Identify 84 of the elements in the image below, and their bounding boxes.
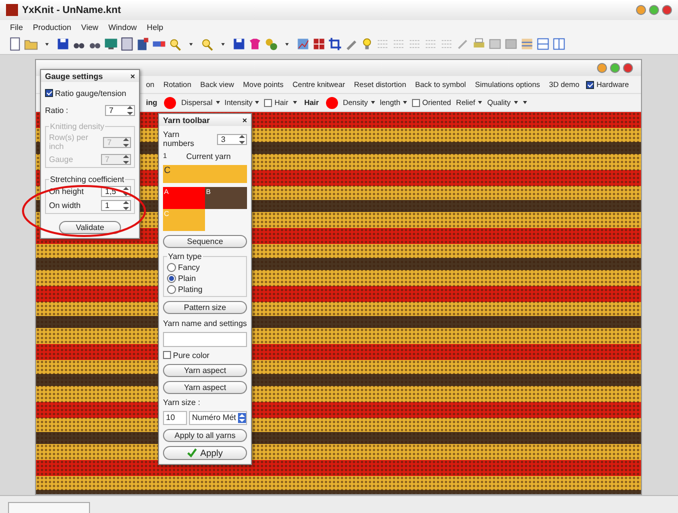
- checkbox[interactable]: [412, 98, 420, 106]
- dropdown-arrow-icon[interactable]: [370, 101, 375, 104]
- dropdown-arrow-icon[interactable]: [216, 101, 220, 104]
- spin-arrows-icon: [123, 138, 129, 147]
- checkbox[interactable]: [586, 80, 594, 88]
- split-horizontal-icon[interactable]: [536, 37, 550, 51]
- yarn-name-field[interactable]: [163, 332, 247, 347]
- field-label: Row(s) per inch: [49, 133, 90, 152]
- monitor-icon[interactable]: [104, 37, 118, 51]
- radio-label[interactable]: Plating: [178, 285, 202, 294]
- dropdown-arrow-icon[interactable]: [293, 101, 298, 104]
- menu-item[interactable]: Production: [32, 22, 72, 32]
- dropdown-arrow-icon[interactable]: [478, 101, 482, 104]
- document-icon[interactable]: [8, 37, 22, 51]
- group-title: Knitting density: [49, 122, 106, 132]
- radio-button[interactable]: [167, 274, 176, 284]
- menu-item[interactable]: File: [10, 22, 23, 32]
- spin-field[interactable]: 1: [101, 200, 131, 212]
- sequence-button[interactable]: Sequence: [163, 235, 247, 248]
- validate-button[interactable]: Validate: [59, 220, 121, 234]
- pattern-size-button[interactable]: Pattern size: [163, 301, 247, 314]
- grid-icon[interactable]: [312, 37, 326, 51]
- crop-icon[interactable]: [328, 37, 342, 51]
- app-icon: [6, 4, 18, 16]
- dropdown-arrow-icon[interactable]: [255, 101, 260, 104]
- window-title: YxKnit - UnName.knt: [22, 4, 122, 16]
- color-dot[interactable]: [326, 96, 338, 108]
- field-label: Yarn numbers: [163, 130, 196, 148]
- checkbox[interactable]: [45, 89, 53, 98]
- spin-arrows-icon: [123, 155, 129, 164]
- checkbox[interactable]: [264, 98, 272, 106]
- checkbox[interactable]: [163, 351, 171, 360]
- maximize-button[interactable]: [649, 5, 659, 15]
- split-vertical-icon[interactable]: [552, 37, 566, 51]
- spin-field[interactable]: 3: [217, 134, 247, 145]
- checkmark-icon: [187, 448, 198, 458]
- color-dot[interactable]: [164, 96, 176, 108]
- menu-item[interactable]: Window: [108, 22, 137, 32]
- group-title: Yarn type: [167, 252, 203, 262]
- sheet-icon[interactable]: [120, 37, 134, 51]
- yarn-letter: C: [163, 164, 172, 176]
- yarn-aspect-button[interactable]: Yarn aspect: [163, 364, 247, 377]
- spin-field[interactable]: 7: [105, 104, 135, 116]
- chart-icon[interactable]: [296, 37, 310, 51]
- folder-icon[interactable]: [24, 37, 38, 51]
- checkbox-label[interactable]: Ratio gauge/tension: [55, 88, 126, 98]
- field-label: Yarn name and settings: [163, 318, 247, 328]
- spin-arrows-icon: [123, 201, 129, 210]
- unit-dropdown[interactable]: Numéro Mét: [189, 410, 247, 425]
- close-icon[interactable]: ×: [130, 72, 135, 80]
- dropdown-arrow-icon[interactable]: [403, 101, 408, 104]
- shirt-icon[interactable]: [248, 37, 262, 51]
- spin-arrows-icon: [123, 187, 129, 196]
- dialog-title: Yarn toolbar: [163, 116, 210, 124]
- checkbox-label[interactable]: Pure color: [173, 350, 210, 360]
- radio-button[interactable]: [167, 263, 176, 272]
- field-label: On width: [49, 201, 81, 210]
- spin-arrows-icon: [239, 134, 245, 144]
- field-label: Gauge: [49, 155, 74, 164]
- field-label: Ratio :: [45, 106, 68, 115]
- field-label: Yarn size :: [163, 398, 202, 407]
- radio-button[interactable]: [167, 285, 176, 294]
- yarn-aspect-button[interactable]: Yarn aspect: [163, 380, 247, 394]
- spin-arrows-icon: [127, 106, 133, 115]
- zoom-icon[interactable]: [200, 37, 214, 51]
- spin-arrows-icon: [238, 412, 246, 423]
- apply-all-button[interactable]: Apply to all yarns: [163, 428, 247, 442]
- field-label: Current yarn: [185, 152, 232, 162]
- bulb-icon[interactable]: [360, 37, 374, 51]
- group-title: Stretching coefficient: [49, 175, 126, 184]
- radio-label[interactable]: Fancy: [178, 263, 200, 272]
- minimize-button[interactable]: [636, 5, 646, 15]
- close-button[interactable]: [623, 63, 633, 73]
- menu-item[interactable]: Help: [146, 22, 164, 32]
- minimize-button[interactable]: [597, 63, 607, 73]
- menu-item[interactable]: View: [81, 22, 98, 32]
- maximize-button[interactable]: [610, 63, 620, 73]
- radio-label[interactable]: Plain: [178, 274, 196, 284]
- apply-button[interactable]: Apply: [163, 446, 247, 460]
- yarn-size-field[interactable]: 10: [163, 410, 187, 425]
- close-button[interactable]: [662, 5, 672, 15]
- close-icon[interactable]: ×: [242, 116, 247, 124]
- dialog-title: Gauge settings: [45, 72, 103, 80]
- zoom-icon[interactable]: [168, 37, 182, 51]
